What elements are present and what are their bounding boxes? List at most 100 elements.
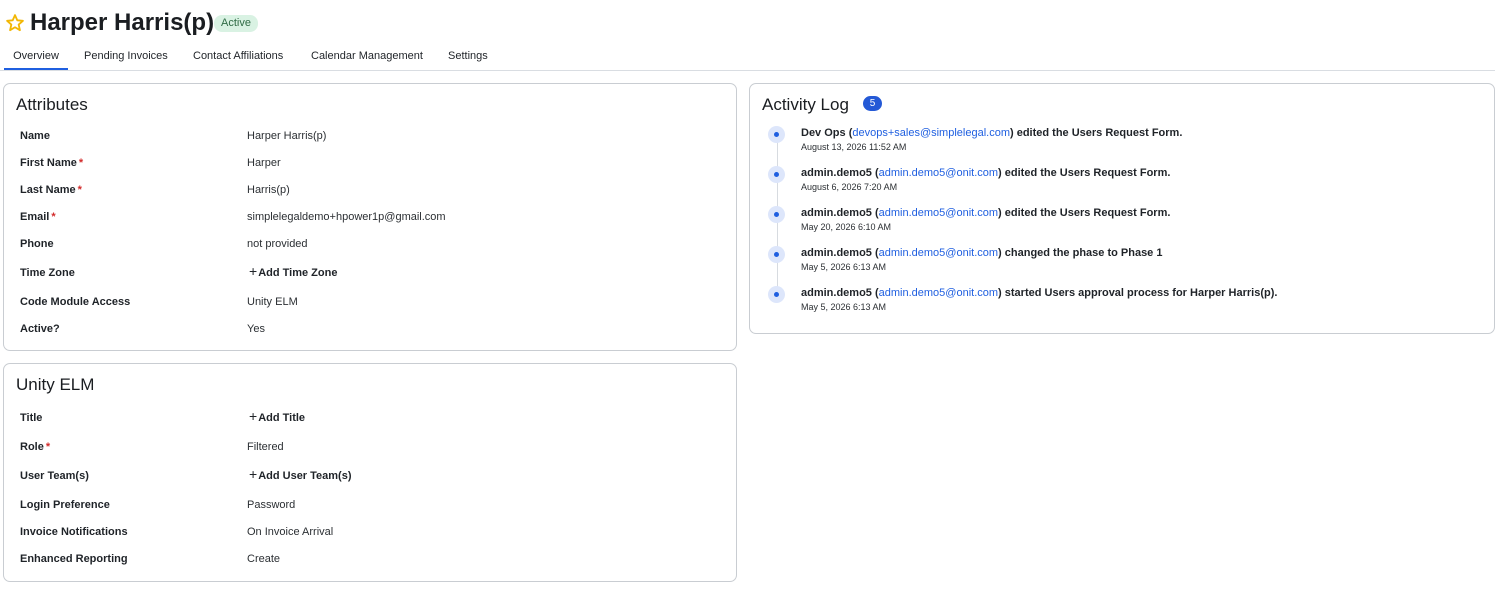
activity-timestamp: August 6, 2026 7:20 AM <box>801 182 898 192</box>
add-user-teams-button[interactable]: +Add User Team(s) <box>249 461 352 490</box>
attribute-value: Yes <box>247 323 265 335</box>
attribute-label: User Team(s) <box>20 470 89 482</box>
required-marker: * <box>45 441 51 453</box>
activity-email-link[interactable]: admin.demo5@onit.com <box>879 167 998 179</box>
star-icon[interactable] <box>5 13 25 33</box>
timeline-dot-icon <box>768 246 785 263</box>
activity-actor: Dev Ops <box>801 127 846 139</box>
attribute-value: Unity ELM <box>247 296 298 308</box>
activity-action: started Users approval process for Harpe… <box>1004 287 1278 299</box>
tab-settings[interactable]: Settings <box>448 42 488 70</box>
activity-count-badge: 5 <box>863 96 882 111</box>
tab-contact-affiliations[interactable]: Contact Affiliations <box>193 42 283 70</box>
add-time-zone-button[interactable]: +Add Time Zone <box>249 258 337 287</box>
attribute-label: Title <box>20 412 43 424</box>
attribute-value: Password <box>247 499 296 511</box>
required-marker: * <box>51 211 56 223</box>
page-title: Harper Harris(p) <box>30 9 215 36</box>
activity-item: Dev Ops (devops+sales@simplelegal.com) e… <box>768 124 1488 164</box>
attribute-label: Invoice Notifications <box>20 526 128 538</box>
unity-row-invoice-notifications: Invoice Notifications On Invoice Arrival <box>20 519 720 546</box>
attribute-value: Create <box>247 553 281 565</box>
attribute-label: Role * <box>20 441 51 453</box>
tab-overview[interactable]: Overview <box>4 42 68 70</box>
attribute-row-active: Active? Yes <box>20 316 720 343</box>
attribute-label: Name <box>20 130 50 142</box>
unity-row-title: Title +Add Title <box>20 405 720 432</box>
attribute-row-last-name: Last Name * Harris(p) <box>20 177 720 204</box>
activity-timestamp: May 20, 2026 6:10 AM <box>801 222 892 232</box>
attribute-label: Enhanced Reporting <box>20 553 128 565</box>
activity-action: edited the Users Request Form. <box>1004 167 1171 179</box>
activity-text: admin.demo5 (admin.demo5@onit.com) chang… <box>801 247 1163 259</box>
activity-item: admin.demo5 (admin.demo5@onit.com) start… <box>768 284 1488 324</box>
activity-text: admin.demo5 (admin.demo5@onit.com) edite… <box>801 207 1171 219</box>
page-header: Harper Harris(p) Active Overview Pending… <box>0 0 1509 72</box>
activity-text: admin.demo5 (admin.demo5@onit.com) start… <box>801 287 1278 299</box>
activity-action: edited the Users Request Form. <box>1016 127 1183 139</box>
attribute-row-name: Name Harper Harris(p) <box>20 123 720 150</box>
activity-email-link[interactable]: admin.demo5@onit.com <box>879 287 998 299</box>
tab-calendar-management[interactable]: Calendar Management <box>311 42 423 70</box>
activity-item: admin.demo5 (admin.demo5@onit.com) chang… <box>768 244 1488 284</box>
attribute-row-code-module-access: Code Module Access Unity ELM <box>20 289 720 316</box>
timeline-dot-icon <box>768 206 785 223</box>
status-badge: Active <box>214 15 258 32</box>
attribute-value: Harper Harris(p) <box>247 130 327 142</box>
unity-row-role: Role * Filtered <box>20 434 720 461</box>
required-marker: * <box>78 157 84 169</box>
plus-icon: + <box>249 263 258 279</box>
attribute-label: Last Name * <box>20 184 82 196</box>
activity-log-title: Activity Log <box>762 95 849 114</box>
activity-action: changed the phase to Phase 1 <box>1004 247 1163 259</box>
activity-text: Dev Ops (devops+sales@simplelegal.com) e… <box>801 127 1183 139</box>
activity-action: edited the Users Request Form. <box>1004 207 1171 219</box>
attribute-value: simplelegaldemo+hpower1p@gmail.com <box>247 211 446 223</box>
activity-actor: admin.demo5 <box>801 207 872 219</box>
plus-icon: + <box>249 408 258 424</box>
add-title-button[interactable]: +Add Title <box>249 403 305 432</box>
attribute-label: Active? <box>20 323 60 335</box>
attribute-value: On Invoice Arrival <box>247 526 334 538</box>
attribute-row-first-name: First Name * Harper <box>20 150 720 177</box>
attributes-card: Attributes Name Harper Harris(p) First N… <box>3 83 737 351</box>
activity-actor: admin.demo5 <box>801 247 872 259</box>
attribute-row-email: Email * simplelegaldemo+hpower1p@gmail.co… <box>20 204 720 231</box>
attribute-value: Harris(p) <box>247 184 290 196</box>
tab-bar: Overview Pending Invoices Contact Affili… <box>0 42 1495 71</box>
activity-email-link[interactable]: devops+sales@simplelegal.com <box>852 127 1010 139</box>
tab-pending-invoices[interactable]: Pending Invoices <box>84 42 168 70</box>
unity-row-enhanced-reporting: Enhanced Reporting Create <box>20 546 720 573</box>
unity-elm-title: Unity ELM <box>16 375 95 394</box>
activity-actor: admin.demo5 <box>801 167 872 179</box>
activity-email-link[interactable]: admin.demo5@onit.com <box>879 247 998 259</box>
attribute-label: Login Preference <box>20 499 110 511</box>
attribute-label: First Name * <box>20 157 84 169</box>
unity-row-login-preference: Login Preference Password <box>20 492 720 519</box>
activity-item: admin.demo5 (admin.demo5@onit.com) edite… <box>768 164 1488 204</box>
activity-actor: admin.demo5 <box>801 287 872 299</box>
activity-log-card: Activity Log 5 Dev Ops (devops+sales@sim… <box>749 83 1495 334</box>
required-marker: * <box>77 184 82 196</box>
activity-item: admin.demo5 (admin.demo5@onit.com) edite… <box>768 204 1488 244</box>
plus-icon: + <box>249 466 258 482</box>
attributes-title: Attributes <box>16 95 88 114</box>
timeline-dot-icon <box>768 126 785 143</box>
attribute-label: Phone <box>20 238 54 250</box>
activity-text: admin.demo5 (admin.demo5@onit.com) edite… <box>801 167 1171 179</box>
activity-email-link[interactable]: admin.demo5@onit.com <box>879 207 998 219</box>
attribute-row-phone: Phone not provided <box>20 231 720 258</box>
attribute-label: Code Module Access <box>20 296 131 308</box>
attribute-value: Harper <box>247 157 281 169</box>
timeline-dot-icon <box>768 286 785 303</box>
unity-row-user-teams: User Team(s) +Add User Team(s) <box>20 463 720 490</box>
attribute-value: Filtered <box>247 441 284 453</box>
unity-elm-card: Unity ELM Title +Add Title Role * Filtere… <box>3 363 737 582</box>
attribute-label: Time Zone <box>20 267 75 279</box>
activity-timestamp: August 13, 2026 11:52 AM <box>801 142 907 152</box>
activity-timestamp: May 5, 2026 6:13 AM <box>801 302 887 312</box>
attribute-row-time-zone: Time Zone +Add Time Zone <box>20 260 720 287</box>
attribute-label: Email * <box>20 211 56 223</box>
activity-timestamp: May 5, 2026 6:13 AM <box>801 262 887 272</box>
attribute-value: not provided <box>247 238 308 250</box>
